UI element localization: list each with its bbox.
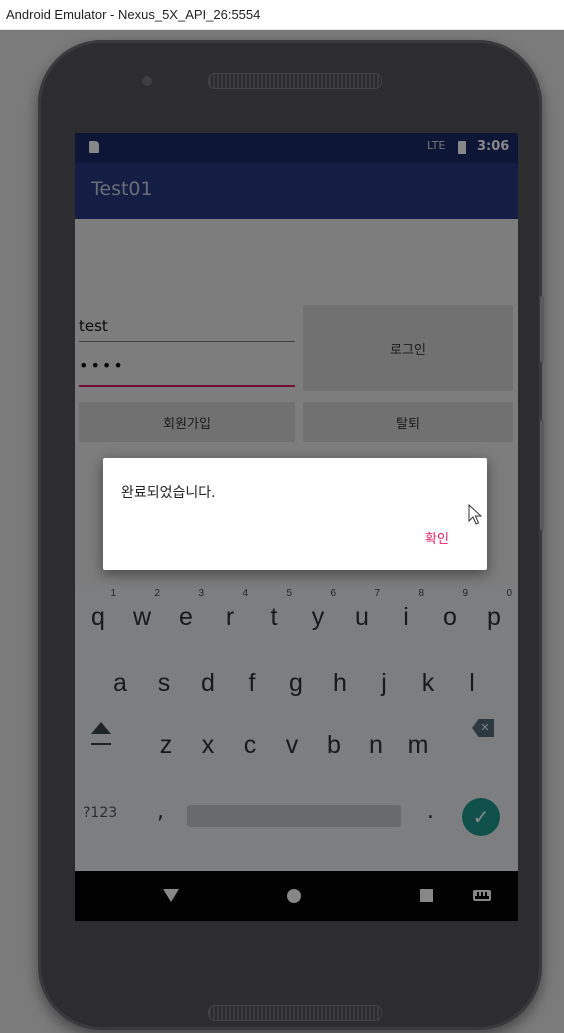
window-title: Android Emulator - Nexus_5X_API_26:5554 bbox=[0, 0, 564, 30]
dialog-ok-button[interactable]: 확인 bbox=[425, 528, 449, 547]
alert-dialog: 완료되었습니다. 확인 bbox=[103, 458, 487, 570]
volume-button[interactable] bbox=[540, 420, 544, 530]
power-button[interactable] bbox=[540, 296, 544, 362]
top-speaker bbox=[208, 73, 382, 89]
dialog-message: 완료되었습니다. bbox=[121, 485, 216, 501]
device-screen: LTE 3:06 Test01 test •••• 로그인 회원가입 탈퇴 q1… bbox=[75, 133, 518, 921]
bottom-speaker bbox=[208, 1005, 382, 1021]
camera-icon bbox=[142, 76, 152, 86]
mouse-cursor-icon bbox=[468, 504, 482, 525]
